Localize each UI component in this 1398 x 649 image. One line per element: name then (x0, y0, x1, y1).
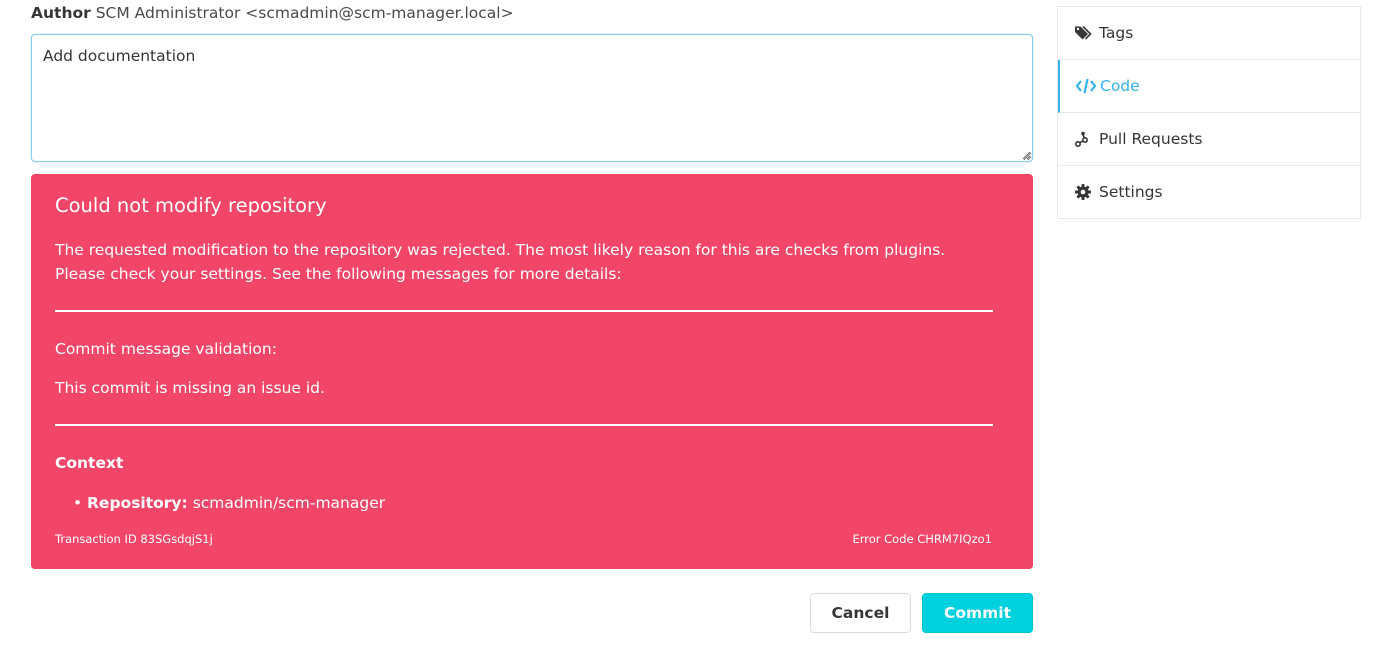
validation-label: Commit message validation: (55, 340, 277, 358)
side-menu-item-tags[interactable]: Tags (1058, 7, 1360, 60)
author-line: Author SCM Administrator <scmadmin@scm-m… (31, 4, 514, 22)
error-title: Could not modify repository (55, 194, 327, 217)
author-label: Author (31, 4, 91, 22)
error-description: The requested modification to the reposi… (55, 241, 946, 283)
context-item-repository: • Repository: scmadmin/scm-manager (73, 494, 386, 512)
pull-request-icon (1075, 131, 1097, 147)
context-title: Context (55, 454, 124, 472)
side-menu-label-code: Code (1100, 77, 1140, 95)
tags-icon (1075, 25, 1097, 41)
resize-grip-icon[interactable] (1021, 150, 1031, 160)
repository-side-menu: Tags Code Pull Requests Settings (1057, 6, 1361, 219)
gear-icon (1075, 184, 1097, 200)
commit-button[interactable]: Commit (922, 593, 1033, 633)
commit-message-textarea[interactable] (31, 34, 1033, 162)
cancel-button[interactable]: Cancel (810, 593, 911, 633)
transaction-id: Transaction ID 83SGsdqjS1j (55, 532, 213, 546)
bullet-icon: • (73, 494, 83, 512)
error-code: Error Code CHRM7IQzo1 (852, 532, 992, 546)
side-menu-item-code[interactable]: Code (1058, 60, 1360, 113)
error-divider-top (55, 310, 993, 312)
context-item-value: scmadmin/scm-manager (192, 494, 386, 512)
side-menu-item-pull-requests[interactable]: Pull Requests (1058, 113, 1360, 166)
side-menu-label-tags: Tags (1099, 24, 1134, 42)
context-item-key: Repository: (87, 494, 188, 512)
author-value: SCM Administrator <scmadmin@scm-manager.… (95, 4, 514, 22)
side-menu-label-settings: Settings (1099, 183, 1163, 201)
error-divider-bottom (55, 424, 993, 426)
code-icon (1076, 78, 1098, 94)
error-notification: Could not modify repository The requeste… (31, 174, 1033, 569)
side-menu-item-settings[interactable]: Settings (1058, 166, 1360, 219)
validation-message: This commit is missing an issue id. (55, 379, 325, 397)
side-menu-label-pull-requests: Pull Requests (1099, 130, 1203, 148)
